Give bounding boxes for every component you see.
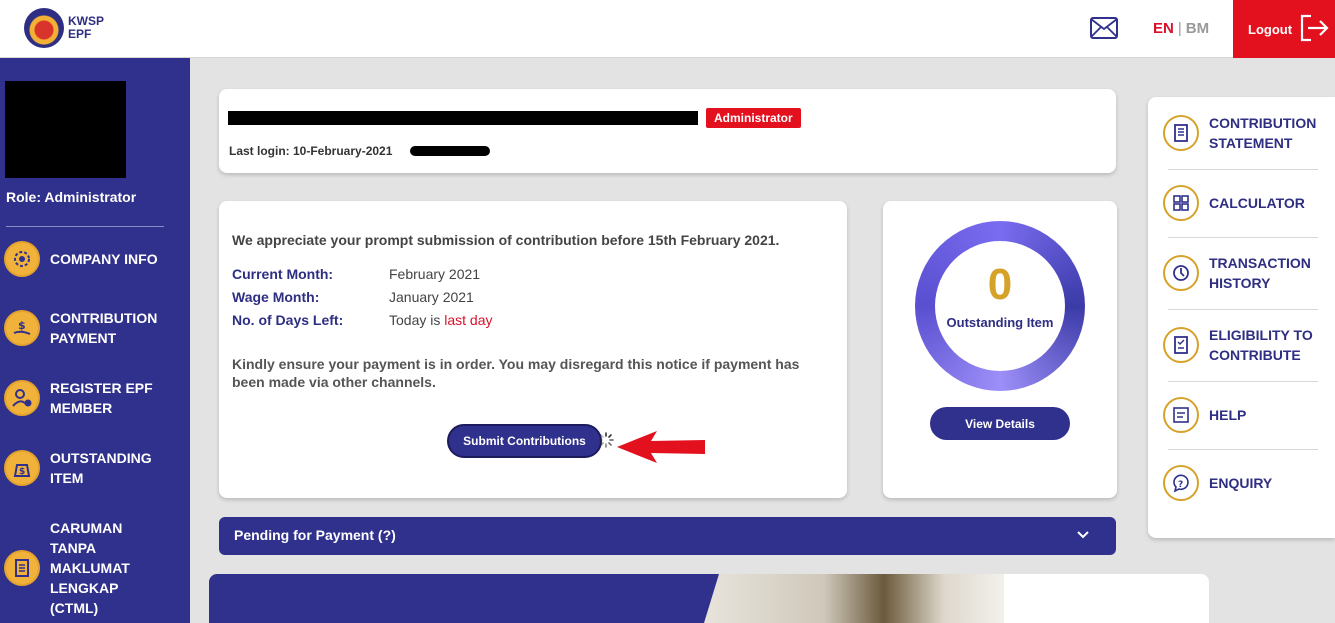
outstanding-label: Outstanding Item (946, 315, 1054, 330)
lang-separator: | (1177, 20, 1182, 37)
quick-link-label: TRANSACTION HISTORY (1209, 255, 1311, 291)
add-user-icon (4, 380, 40, 416)
quick-link-calculator[interactable]: CALCULATOR (1148, 185, 1335, 221)
promo-banner (209, 574, 1209, 623)
calculator-icon (1163, 185, 1199, 221)
quick-link-eligibility[interactable]: ELIGIBILITY TO CONTRIBUTE (1148, 325, 1335, 365)
avatar-redacted (5, 81, 126, 178)
quick-link-help[interactable]: HELP (1148, 397, 1335, 433)
banner-blue-panel (209, 574, 729, 623)
quick-link-label: CALCULATOR (1209, 195, 1305, 211)
right-quick-links-panel: CONTRIBUTION STATEMENT CALCULATOR TRANSA… (1148, 97, 1335, 538)
logo-text-epf: EPF (68, 27, 92, 41)
statement-icon (1163, 115, 1199, 151)
pending-payment-label: Pending for Payment (?) (234, 527, 396, 543)
banner-photo (704, 574, 1004, 623)
sidebar-item-contribution-payment[interactable]: $ CONTRIBUTION PAYMENT (0, 308, 190, 348)
contribution-notice-card: We appreciate your prompt submission of … (219, 201, 847, 498)
clock-history-icon (1163, 255, 1199, 291)
last-login-time-redacted (410, 146, 490, 156)
language-switcher: EN | BM (1153, 20, 1209, 37)
loading-spinner-icon (598, 432, 614, 448)
sidebar-divider (6, 226, 164, 227)
sidebar-item-register-epf-member[interactable]: REGISTER EPF MEMBER (0, 378, 190, 418)
top-header: KWSP EPF EN | BM Logout (0, 0, 1335, 58)
last-login-text: Last login: 10-February-2021 (229, 144, 393, 158)
gear-icon (4, 241, 40, 277)
kwsp-emblem-icon (24, 8, 64, 48)
sidebar-item-label: REGISTER EPF MEMBER (50, 380, 153, 416)
lang-en-link[interactable]: EN (1153, 20, 1174, 37)
outstanding-ring: 0 Outstanding Item (915, 221, 1085, 391)
money-bag-icon: $ (4, 450, 40, 486)
info-key: Current Month: (232, 266, 334, 282)
quick-link-transaction-history[interactable]: TRANSACTION HISTORY (1148, 253, 1335, 293)
sidebar-item-label: OUTSTANDING ITEM (50, 450, 152, 486)
info-key: Wage Month: (232, 289, 320, 305)
logout-button[interactable]: Logout (1233, 0, 1335, 58)
user-role: Role: Administrator (6, 189, 137, 205)
sidebar-item-outstanding-item[interactable]: $ OUTSTANDING ITEM (0, 448, 190, 488)
view-details-button[interactable]: View Details (930, 407, 1070, 440)
sidebar-item-ctml[interactable]: CARUMAN TANPA MAKLUMAT LENGKAP (CTML) (0, 518, 190, 618)
logout-icon (1300, 14, 1329, 42)
svg-text:?: ? (1178, 480, 1183, 490)
role-badge: Administrator (706, 108, 801, 128)
quick-link-contribution-statement[interactable]: CONTRIBUTION STATEMENT (1148, 113, 1335, 153)
outstanding-card: 0 Outstanding Item View Details (883, 201, 1117, 498)
help-book-icon (1163, 397, 1199, 433)
quick-link-enquiry[interactable]: ? ENQUIRY (1148, 465, 1335, 501)
logout-label: Logout (1248, 21, 1293, 37)
quick-link-label: CONTRIBUTION STATEMENT (1209, 115, 1317, 151)
quick-link-label: ENQUIRY (1209, 475, 1273, 491)
info-key: No. of Days Left: (232, 312, 344, 328)
chevron-down-icon (1077, 531, 1089, 539)
kwsp-logo[interactable]: KWSP EPF (24, 8, 104, 48)
days-left-highlight: last day (444, 312, 493, 328)
red-arrow-annotation-icon (617, 431, 705, 463)
pending-payment-accordion[interactable]: Pending for Payment (?) (219, 517, 1116, 555)
document-icon (4, 550, 40, 586)
company-name-redacted (228, 111, 698, 125)
mail-icon[interactable] (1090, 17, 1118, 39)
left-sidebar: Role: Administrator COMPANY INFO $ CONTR… (0, 58, 190, 623)
notice-footer: Kindly ensure your payment is in order. … (232, 356, 800, 390)
question-bubble-icon: ? (1163, 465, 1199, 501)
sidebar-item-label: CONTRIBUTION PAYMENT (50, 310, 158, 346)
checklist-icon (1163, 327, 1199, 363)
svg-text:$: $ (18, 319, 26, 332)
svg-text:$: $ (19, 467, 25, 477)
info-value: January 2021 (389, 289, 474, 305)
info-value: Today is last day (389, 312, 493, 328)
outstanding-count: 0 (987, 260, 1013, 309)
sidebar-item-company-info[interactable]: COMPANY INFO (0, 241, 190, 277)
user-info-card: Administrator Last login: 10-February-20… (219, 89, 1116, 173)
submit-contributions-button[interactable]: Submit Contributions (447, 424, 602, 458)
lang-bm-link[interactable]: BM (1186, 20, 1209, 37)
sidebar-item-label: CARUMAN TANPA MAKLUMAT LENGKAP (CTML) (50, 520, 130, 616)
info-value: February 2021 (389, 266, 481, 282)
sidebar-item-label: COMPANY INFO (50, 251, 158, 267)
hand-dollar-icon: $ (4, 310, 40, 346)
quick-link-label: ELIGIBILITY TO CONTRIBUTE (1209, 327, 1313, 363)
notice-heading: We appreciate your prompt submission of … (232, 232, 780, 248)
days-left-prefix: Today is (389, 312, 445, 328)
quick-link-label: HELP (1209, 407, 1247, 423)
